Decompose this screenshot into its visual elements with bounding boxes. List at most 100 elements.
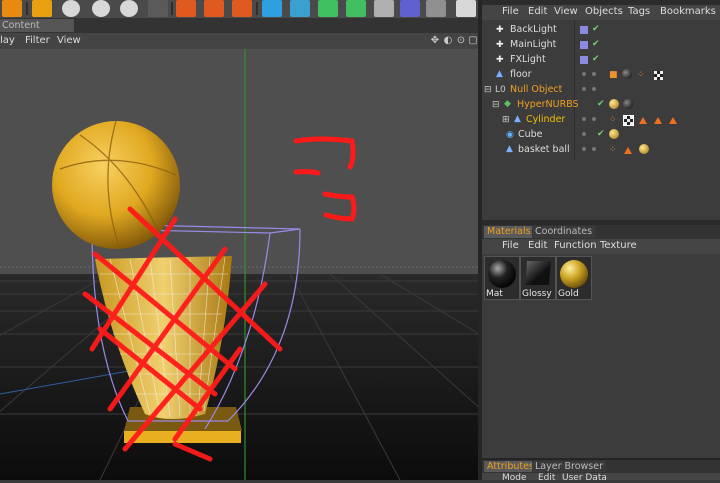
- light-icon: ✚: [496, 40, 504, 50]
- z-axis-icon[interactable]: [120, 0, 138, 17]
- materials-menu-file[interactable]: File: [502, 240, 519, 251]
- move-icon[interactable]: ✥: [430, 36, 440, 46]
- objects-menu-tags[interactable]: Tags: [628, 6, 650, 17]
- world-icon[interactable]: [148, 0, 168, 17]
- material-tag-icon[interactable]: [609, 99, 619, 109]
- checker-tag-icon[interactable]: [654, 71, 663, 80]
- deformer-icon[interactable]: [374, 0, 394, 17]
- render-icon[interactable]: [204, 0, 224, 17]
- cube-icon: ◉: [506, 130, 514, 140]
- list-item-mainlight[interactable]: ✚ MainLight ✔: [482, 38, 720, 53]
- material-label: Mat: [486, 289, 503, 299]
- light-icon[interactable]: [426, 0, 446, 17]
- texture-tag-icon[interactable]: ⁘: [609, 115, 617, 125]
- objects-menu-edit[interactable]: Edit: [528, 6, 547, 17]
- spline-icon[interactable]: [290, 0, 310, 17]
- materials-menu-function[interactable]: Function: [554, 240, 597, 251]
- material-tag-icon[interactable]: [639, 144, 649, 154]
- clapper-icon[interactable]: [176, 0, 196, 17]
- zoom-icon[interactable]: ⊙: [456, 36, 466, 46]
- sphere-icon: ▲: [506, 144, 513, 154]
- texture-tag-icon[interactable]: ⁘: [609, 145, 617, 155]
- list-item-cube[interactable]: ◉ Cube ✔: [482, 128, 720, 143]
- enabled-check-icon[interactable]: ✔: [597, 99, 605, 109]
- list-item-backlight[interactable]: ✚ BackLight ✔: [482, 23, 720, 38]
- attributes-menu-user-data[interactable]: User Data: [562, 474, 607, 483]
- enabled-check-icon[interactable]: ✔: [592, 24, 600, 34]
- visibility-dot[interactable]: [582, 147, 586, 151]
- material-gold[interactable]: Gold: [556, 256, 592, 300]
- render-dot[interactable]: [592, 87, 596, 91]
- material-tag-icon[interactable]: [609, 129, 619, 139]
- visibility-dot[interactable]: [582, 87, 586, 91]
- render-dot[interactable]: [592, 117, 596, 121]
- tab-content-browser[interactable]: Content Browser: [0, 19, 74, 44]
- layer-swatch: [580, 56, 588, 64]
- materials-menu-texture[interactable]: Texture: [600, 240, 637, 251]
- tab-layer-browser[interactable]: Layer Browser: [532, 461, 607, 472]
- tab-materials[interactable]: Materials: [484, 226, 534, 238]
- enabled-check-icon[interactable]: ✔: [592, 54, 600, 64]
- phong-tag-icon[interactable]: [669, 117, 677, 124]
- phong-tag-icon[interactable]: [654, 117, 662, 124]
- rotate-icon[interactable]: ◐: [443, 36, 453, 46]
- pointer-icon[interactable]: [456, 0, 476, 17]
- render-settings-icon[interactable]: [232, 0, 252, 17]
- list-item-cylinder[interactable]: ⊞ ▲ Cylinder ⁘: [482, 113, 720, 128]
- material-preview: [488, 260, 516, 288]
- material-preview: [560, 260, 588, 288]
- list-item-null-object[interactable]: ⊟ L0 Null Object: [482, 83, 720, 98]
- x-axis-icon[interactable]: [62, 0, 80, 17]
- render-dot[interactable]: [592, 72, 596, 76]
- checker-tag-icon[interactable]: [623, 115, 634, 126]
- refresh-icon[interactable]: [2, 0, 22, 17]
- light-icon: ✚: [496, 25, 504, 35]
- list-item-basket-ball[interactable]: ▲ basket ball ⁘: [482, 143, 720, 158]
- null-icon: L0: [495, 85, 506, 95]
- list-item-fxlight[interactable]: ✚ FXLight ✔: [482, 53, 720, 68]
- attributes-menu-edit[interactable]: Edit: [538, 474, 555, 483]
- objects-menu-bookmarks[interactable]: Bookmarks: [660, 6, 716, 17]
- phong-tag-icon[interactable]: [639, 117, 647, 124]
- collapse-icon[interactable]: ⊟: [484, 85, 492, 95]
- objects-menu-objects[interactable]: Objects: [585, 6, 623, 17]
- list-item-floor[interactable]: ▲ floor ■ ⁘: [482, 68, 720, 83]
- objects-menu-view[interactable]: View: [554, 6, 578, 17]
- visibility-dot[interactable]: [582, 117, 586, 121]
- y-axis-icon[interactable]: [92, 0, 110, 17]
- enabled-check-icon[interactable]: ✔: [592, 39, 600, 49]
- 3d-viewport[interactable]: [0, 49, 478, 480]
- visibility-dot[interactable]: [582, 132, 586, 136]
- expand-icon[interactable]: ⊞: [502, 115, 510, 125]
- maximize-icon[interactable]: ▢: [468, 36, 478, 46]
- viewport-menu-view[interactable]: View: [57, 35, 81, 46]
- scene-icon[interactable]: [400, 0, 420, 17]
- phong-tag-icon[interactable]: [624, 147, 632, 154]
- viewport-menu-display[interactable]: lay: [0, 35, 15, 46]
- object-name: Null Object: [510, 84, 563, 95]
- objects-menu-file[interactable]: File: [502, 6, 519, 17]
- array-icon[interactable]: [346, 0, 366, 17]
- floor-icon: ▲: [496, 69, 503, 79]
- material-glossy[interactable]: Glossy: [520, 256, 556, 300]
- attributes-menu-mode[interactable]: Mode: [502, 474, 527, 483]
- materials-menu-edit[interactable]: Edit: [528, 240, 547, 251]
- compositing-tag-icon[interactable]: ■: [609, 70, 618, 80]
- list-item-hypernurbs[interactable]: ⊟ ◆ HyperNURBS ✔: [482, 98, 720, 113]
- cube-icon[interactable]: [262, 0, 282, 17]
- enabled-check-icon[interactable]: ✔: [597, 129, 605, 139]
- viewport-menu-filter[interactable]: Filter: [25, 35, 50, 46]
- object-name: HyperNURBS: [517, 99, 579, 110]
- texture-tag-icon[interactable]: ⁘: [637, 70, 645, 80]
- render-dot[interactable]: [592, 147, 596, 151]
- tab-attributes[interactable]: Attributes: [484, 461, 537, 472]
- visibility-dot[interactable]: [582, 72, 586, 76]
- material-mat[interactable]: Mat: [484, 256, 520, 300]
- undo-icon[interactable]: [32, 0, 52, 17]
- nurbs-icon[interactable]: [318, 0, 338, 17]
- tab-coordinates[interactable]: Coordinates: [532, 226, 596, 238]
- toolbar-separator: [171, 2, 173, 15]
- collapse-icon[interactable]: ⊟: [492, 100, 500, 110]
- material-tag-icon[interactable]: [623, 99, 633, 109]
- material-tag-icon[interactable]: [622, 69, 632, 79]
